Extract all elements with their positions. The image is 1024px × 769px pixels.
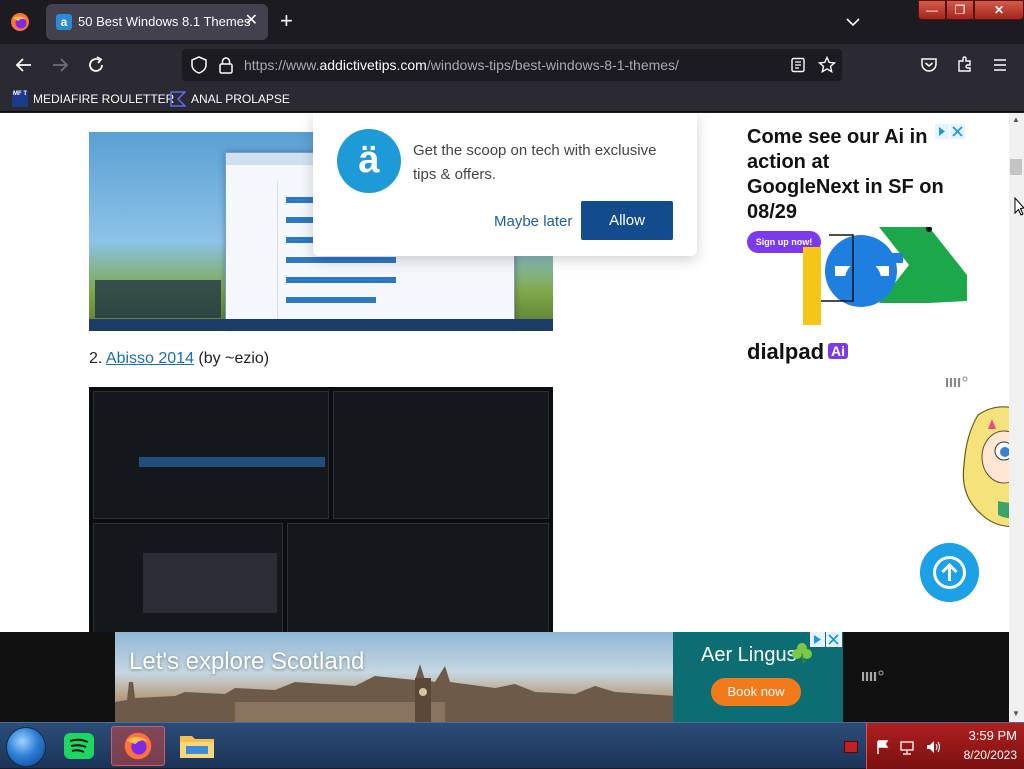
window-controls: — ❐ ✕ (918, 0, 1024, 20)
ad-network-mark-icon (862, 670, 884, 681)
list-all-tabs-chevron-icon[interactable] (845, 14, 861, 30)
spotify-icon[interactable] (52, 726, 106, 766)
allow-button[interactable]: Allow (581, 201, 673, 240)
theme-caption-2: 2. Abisso 2014 (by ~ezio) (89, 350, 269, 368)
ad-headline: Let's explore Scotland (129, 648, 365, 675)
mouse-cursor-icon (1014, 197, 1024, 216)
dialpad-ad[interactable]: Come see our Ai in action at GoogleNext … (745, 123, 967, 365)
back-to-top-button[interactable] (920, 543, 979, 602)
navigation-toolbar: https://www.addictivetips.com/windows-ti… (0, 44, 1024, 86)
preview-taskbar (89, 319, 553, 331)
close-window-button[interactable]: ✕ (974, 0, 1024, 20)
bookmark-label: ANAL PROLAPSE (191, 92, 290, 106)
firefox-logo-icon[interactable] (10, 12, 30, 32)
bookmark-anal-prolapse[interactable]: ANAL PROLAPSE (170, 90, 290, 108)
url-text[interactable]: https://www.addictivetips.com/windows-ti… (244, 57, 679, 73)
pocket-icon[interactable] (920, 56, 938, 74)
taskbar-thumbnails-preview (95, 280, 221, 318)
address-bar[interactable]: https://www.addictivetips.com/windows-ti… (182, 49, 842, 81)
forward-arrow-icon[interactable] (50, 55, 70, 75)
system-tray: 3:59 PM 8/20/2023 (866, 723, 1024, 769)
windows-taskbar: 3:59 PM 8/20/2023 (0, 722, 1024, 769)
bookmark-favicon-icon (170, 91, 186, 107)
notification-message: Get the scoop on tech with exclusive tip… (413, 142, 657, 183)
page-viewport: 2. Abisso 2014 (by ~ezio) ä Get the scoo… (0, 113, 1024, 722)
ad-headline: Come see our Ai in action at GoogleNext … (747, 126, 944, 223)
back-arrow-icon[interactable] (14, 55, 34, 75)
airline-name: Aer Lingus (701, 644, 797, 666)
adchoices-close-icon[interactable] (935, 124, 965, 139)
file-explorer-icon[interactable] (170, 726, 224, 766)
mediafire-favicon-icon: MF T (12, 91, 28, 107)
item-credit: (by ~ezio) (198, 350, 270, 367)
clock-date[interactable]: 8/20/2023 (867, 748, 1017, 762)
start-button-orb-icon[interactable] (6, 727, 46, 767)
addictivetips-logo-icon: ä (337, 129, 401, 193)
push-notification-prompt: ä Get the scoop on tech with exclusive t… (313, 113, 697, 256)
bookmark-star-icon[interactable] (818, 56, 836, 74)
tab-active[interactable]: a 50 Best Windows 8.1 Themes ✕ (46, 4, 268, 40)
dialpad-brand: dialpad Ai (747, 339, 849, 365)
bookmark-mediafire-rouletter[interactable]: MF T MEDIAFIRE ROULETTER (12, 90, 174, 108)
padlock-icon[interactable] (218, 56, 234, 74)
restore-button[interactable]: ❐ (946, 0, 974, 20)
notification-flag-icon[interactable] (844, 741, 858, 753)
tracking-protection-shield-icon[interactable] (190, 56, 208, 74)
clock-time[interactable]: 3:59 PM (867, 728, 1017, 743)
ad-brand-name: dialpad (747, 339, 825, 364)
bookmarks-toolbar: MF T MEDIAFIRE ROULETTER ANAL PROLAPSE (0, 86, 1024, 112)
scrollbar-thumb[interactable] (1010, 159, 1022, 175)
new-tab-button[interactable]: + (280, 10, 293, 32)
theme-link-abisso[interactable]: Abisso 2014 (106, 350, 194, 367)
ai-badge: Ai (828, 343, 849, 359)
reader-view-icon[interactable] (790, 57, 806, 73)
aer-lingus-ad[interactable]: Let's explore Scotland Aer Lingus Book n… (115, 632, 843, 722)
ad-network-mark-icon (946, 376, 968, 387)
hamburger-menu-icon[interactable] (992, 57, 1008, 73)
extensions-puzzle-icon[interactable] (956, 55, 974, 73)
maybe-later-button[interactable]: Maybe later (494, 213, 572, 230)
bookmark-label: MEDIAFIRE ROULETTER (33, 92, 175, 106)
site-favicon-icon: a (56, 14, 72, 30)
tab-bar: a 50 Best Windows 8.1 Themes ✕ + — ❐ ✕ (0, 0, 1024, 44)
item-number: 2. (89, 350, 103, 367)
scroll-down-arrow-icon[interactable]: ▼ (1012, 709, 1020, 718)
scroll-up-arrow-icon[interactable]: ▲ (1012, 115, 1020, 124)
tab-title: 50 Best Windows 8.1 Themes (78, 14, 251, 29)
minimize-button[interactable]: — (918, 0, 946, 20)
book-now-button[interactable]: Book now (711, 678, 801, 706)
dialpad-e-graphic (803, 227, 967, 325)
firefox-icon[interactable] (111, 726, 165, 766)
reload-icon[interactable] (86, 55, 106, 75)
tab-close-button[interactable]: ✕ (245, 12, 258, 30)
adchoices-close-icon[interactable] (810, 632, 842, 647)
